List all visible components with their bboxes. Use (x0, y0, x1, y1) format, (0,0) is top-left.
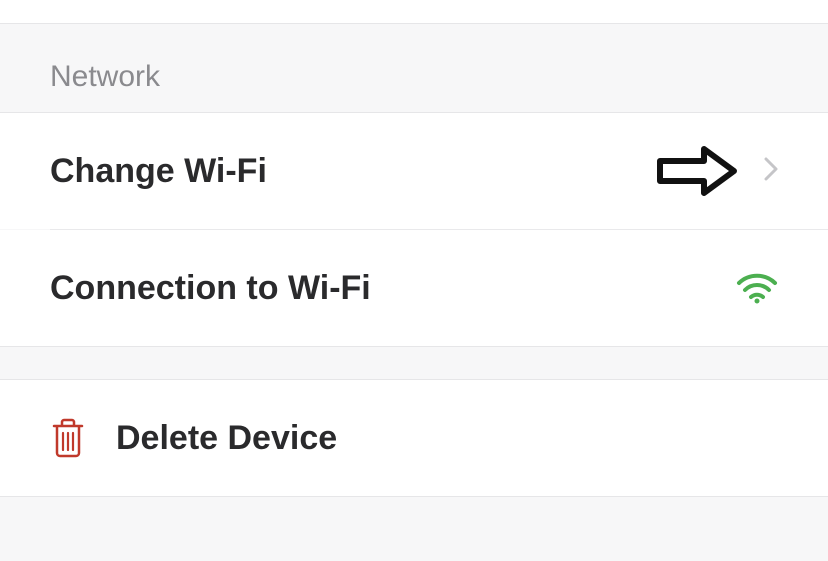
connection-status-label: Connection to Wi-Fi (50, 269, 736, 308)
delete-device-label: Delete Device (116, 419, 778, 458)
wifi-icon (736, 272, 778, 304)
change-wifi-label: Change Wi-Fi (50, 152, 654, 191)
top-blank-bar (0, 0, 828, 24)
connection-status-row[interactable]: Connection to Wi-Fi (0, 230, 828, 346)
section-gap (0, 346, 828, 380)
network-section-header: Network (0, 24, 828, 113)
change-wifi-right (654, 143, 778, 199)
connection-status-right (736, 272, 778, 304)
chevron-right-icon (764, 157, 778, 186)
trash-icon (50, 418, 86, 458)
arrow-right-icon (654, 143, 740, 199)
delete-device-row[interactable]: Delete Device (0, 380, 828, 496)
bottom-gap (0, 496, 828, 556)
change-wifi-row[interactable]: Change Wi-Fi (0, 113, 828, 229)
